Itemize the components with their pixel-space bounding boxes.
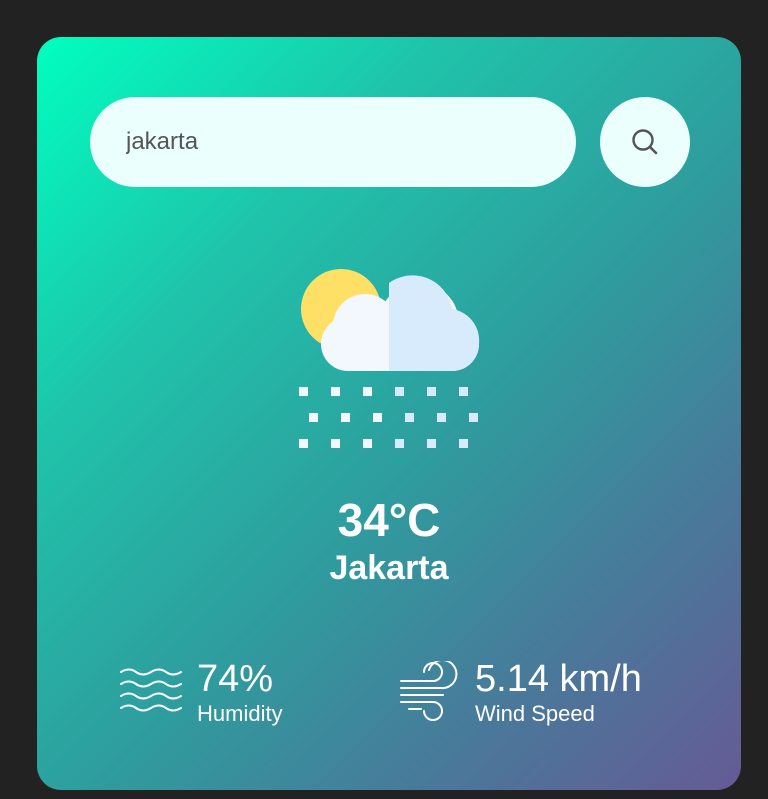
humidity-label: Humidity <box>197 701 283 726</box>
snow-flake <box>459 439 468 448</box>
snow-flake <box>363 439 372 448</box>
snow-flake <box>299 439 308 448</box>
snow-flake <box>395 439 404 448</box>
snow-flake <box>331 439 340 448</box>
snow-flakes <box>299 387 478 448</box>
search-input[interactable] <box>90 97 576 187</box>
snow-flake <box>437 413 446 422</box>
snow-flake <box>459 387 468 396</box>
wind-speed-value: 5.14 km/h <box>475 658 642 700</box>
snow-flake <box>373 413 382 422</box>
snow-flake <box>299 387 308 396</box>
snow-cloud-sun-icon <box>299 269 480 448</box>
search-icon <box>632 129 658 155</box>
snow-flake <box>331 387 340 396</box>
snow-flake <box>363 387 372 396</box>
city-name: Jakarta <box>329 549 449 587</box>
snow-flake <box>405 413 414 422</box>
wind-stat: 5.14 km/h Wind Speed <box>399 657 642 727</box>
humidity-stat: 74% Humidity <box>119 657 283 727</box>
humidity-waves-icon <box>120 668 182 712</box>
snow-flake <box>469 413 478 422</box>
snow-flake <box>395 387 404 396</box>
snow-flake <box>427 439 436 448</box>
snow-flake <box>341 413 350 422</box>
temperature-value: 34°C <box>337 494 441 546</box>
humidity-value: 74% <box>197 658 274 700</box>
snow-flake <box>427 387 436 396</box>
wind-speed-label: Wind Speed <box>475 701 595 726</box>
weather-card: 34°C Jakarta 74% Humidity <box>37 37 741 790</box>
wind-icon <box>400 661 458 721</box>
snow-flake <box>309 413 318 422</box>
search-button[interactable] <box>600 97 690 187</box>
